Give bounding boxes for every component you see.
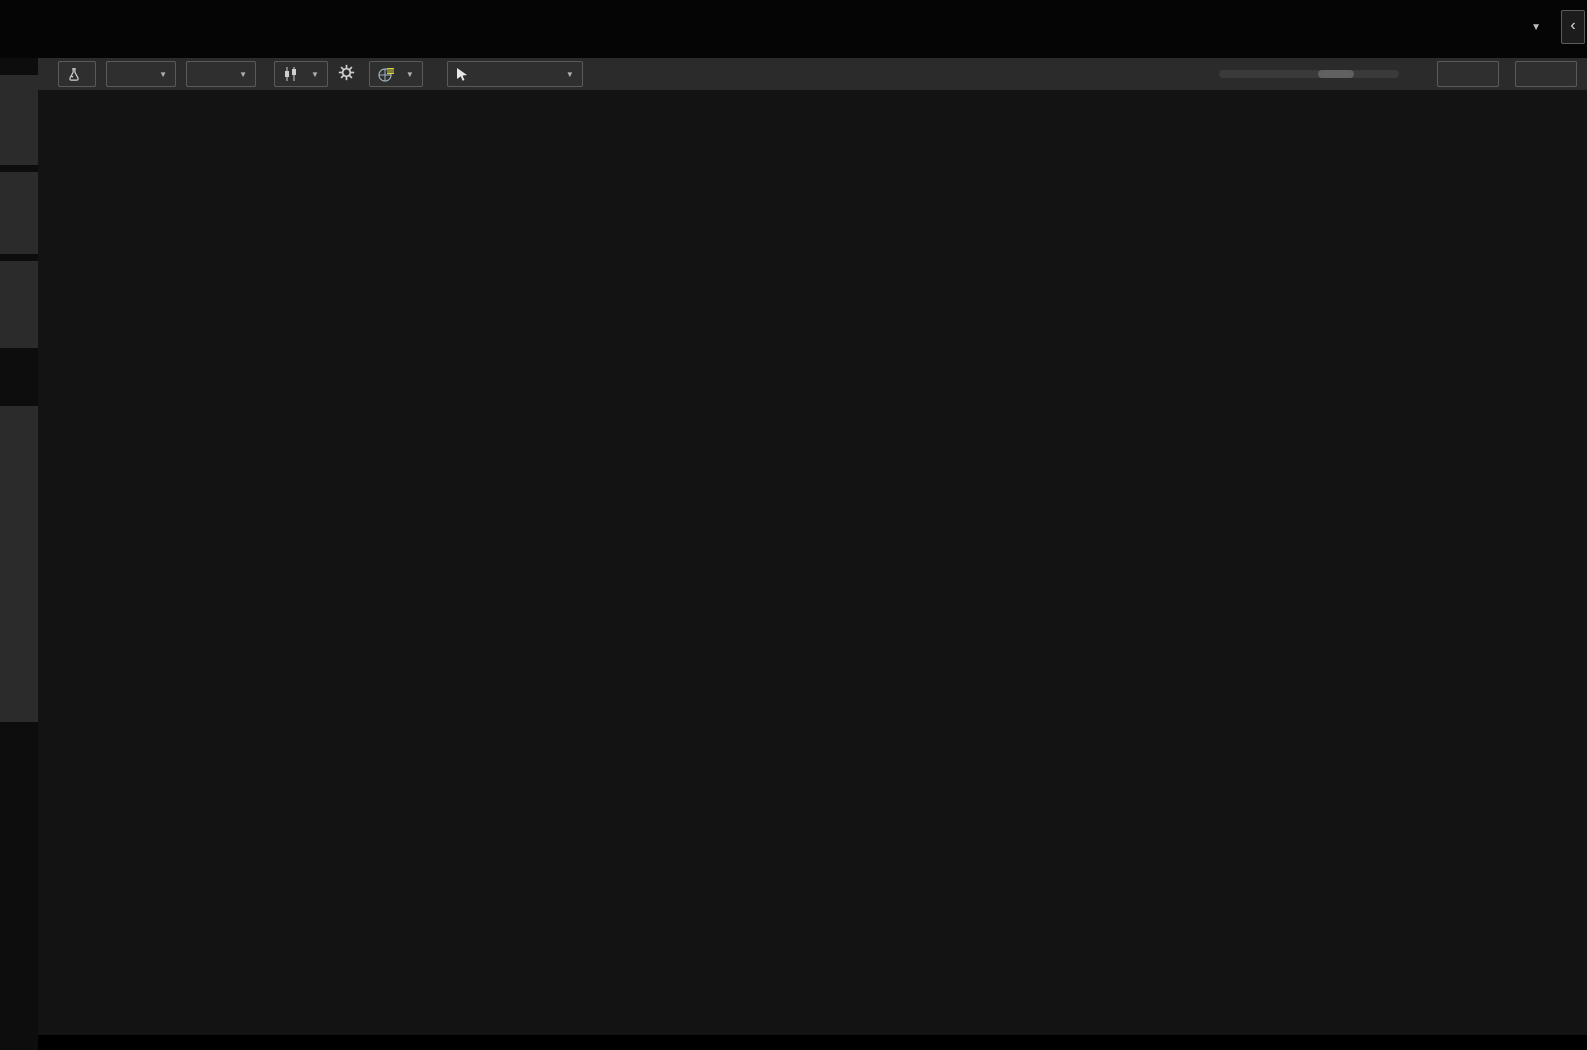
load-button[interactable] (1515, 61, 1577, 87)
chart-settings-gear-icon[interactable] (338, 64, 355, 84)
left-sidebar (0, 58, 38, 1050)
save-button[interactable] (1437, 61, 1499, 87)
sidebar-tab-activity[interactable] (0, 261, 38, 348)
sidebar-tab-trade[interactable] (0, 172, 38, 254)
accounts-menu[interactable]: ▼ (1525, 17, 1541, 34)
timeframe-dropdown[interactable]: ▼ (106, 61, 176, 87)
grid-layout-dropdown[interactable]: ▼ (368, 61, 423, 87)
range-dropdown[interactable]: ▼ (186, 61, 256, 87)
chevron-down-icon: ▼ (159, 69, 167, 79)
price-chart[interactable] (38, 90, 1587, 1035)
chevron-down-icon: ▼ (405, 69, 414, 79)
grid-layout-icon (378, 67, 394, 82)
zoom-slider-thumb[interactable] (1318, 70, 1354, 78)
chart-type-dropdown[interactable]: ▼ (274, 61, 328, 87)
chart-toolbar: ▼ ▼ ▼ ▼ ▼ (38, 58, 1587, 90)
sidebar-icon-strip (0, 406, 38, 722)
chevron-down-icon: ▼ (1531, 22, 1541, 33)
candlestick-icon (285, 67, 296, 81)
indicators-button[interactable] (58, 61, 96, 87)
studies-flask-icon (69, 68, 79, 81)
chevron-down-icon: ▼ (311, 69, 319, 79)
sidebar-tab-positions[interactable] (0, 75, 38, 165)
drawing-tool-dropdown[interactable]: ▼ (446, 61, 583, 87)
collapse-panel-button[interactable]: ‹ (1561, 10, 1585, 44)
chevron-down-icon: ▼ (565, 69, 574, 79)
quote-header: ▼ ‹ (0, 0, 1587, 58)
zoom-slider[interactable] (1219, 70, 1399, 78)
chevron-down-icon: ▼ (239, 69, 247, 79)
cursor-icon (456, 68, 467, 81)
trading-platform: { "header": { "symbol": "/CLJ5", "fields… (0, 0, 1587, 1050)
